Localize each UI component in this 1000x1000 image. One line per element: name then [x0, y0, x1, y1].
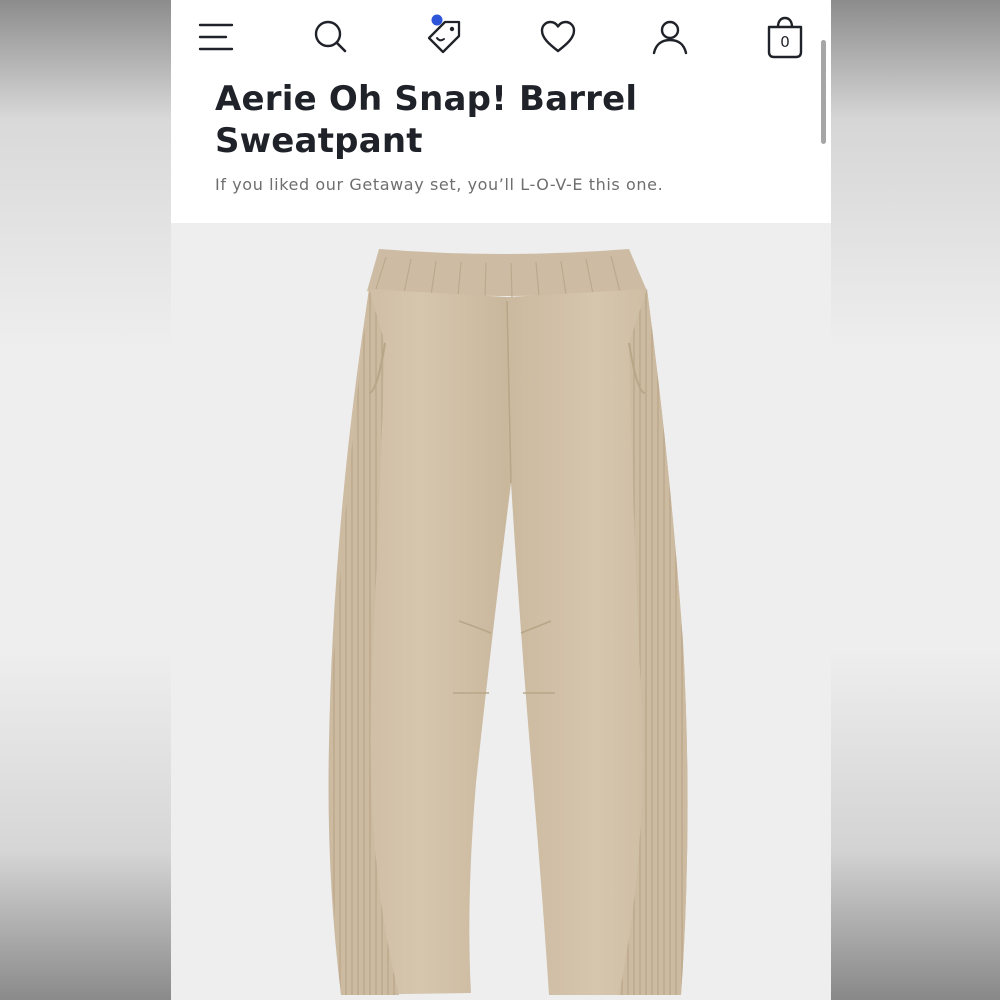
left-backdrop [0, 0, 171, 1000]
scrollbar[interactable] [821, 40, 826, 144]
bag-count: 0 [780, 33, 790, 51]
product-subtitle: If you liked our Getaway set, you’ll L-O… [215, 175, 664, 194]
account-icon[interactable] [645, 12, 695, 62]
tag-icon[interactable] [419, 12, 469, 62]
product-image[interactable] [171, 223, 831, 1000]
right-backdrop [831, 0, 1000, 1000]
mobile-screen: 0 Aerie Oh Snap! Barrel Sweatpant If you… [171, 0, 831, 1000]
shopping-bag-icon[interactable]: 0 [760, 12, 810, 62]
search-icon[interactable] [306, 12, 356, 62]
top-navigation-bar: 0 [171, 0, 831, 74]
product-title: Aerie Oh Snap! Barrel Sweatpant [215, 79, 638, 161]
heart-icon[interactable] [533, 12, 583, 62]
sweatpant-illustration [328, 249, 688, 995]
notification-dot [431, 14, 443, 26]
menu-icon[interactable] [191, 12, 241, 62]
